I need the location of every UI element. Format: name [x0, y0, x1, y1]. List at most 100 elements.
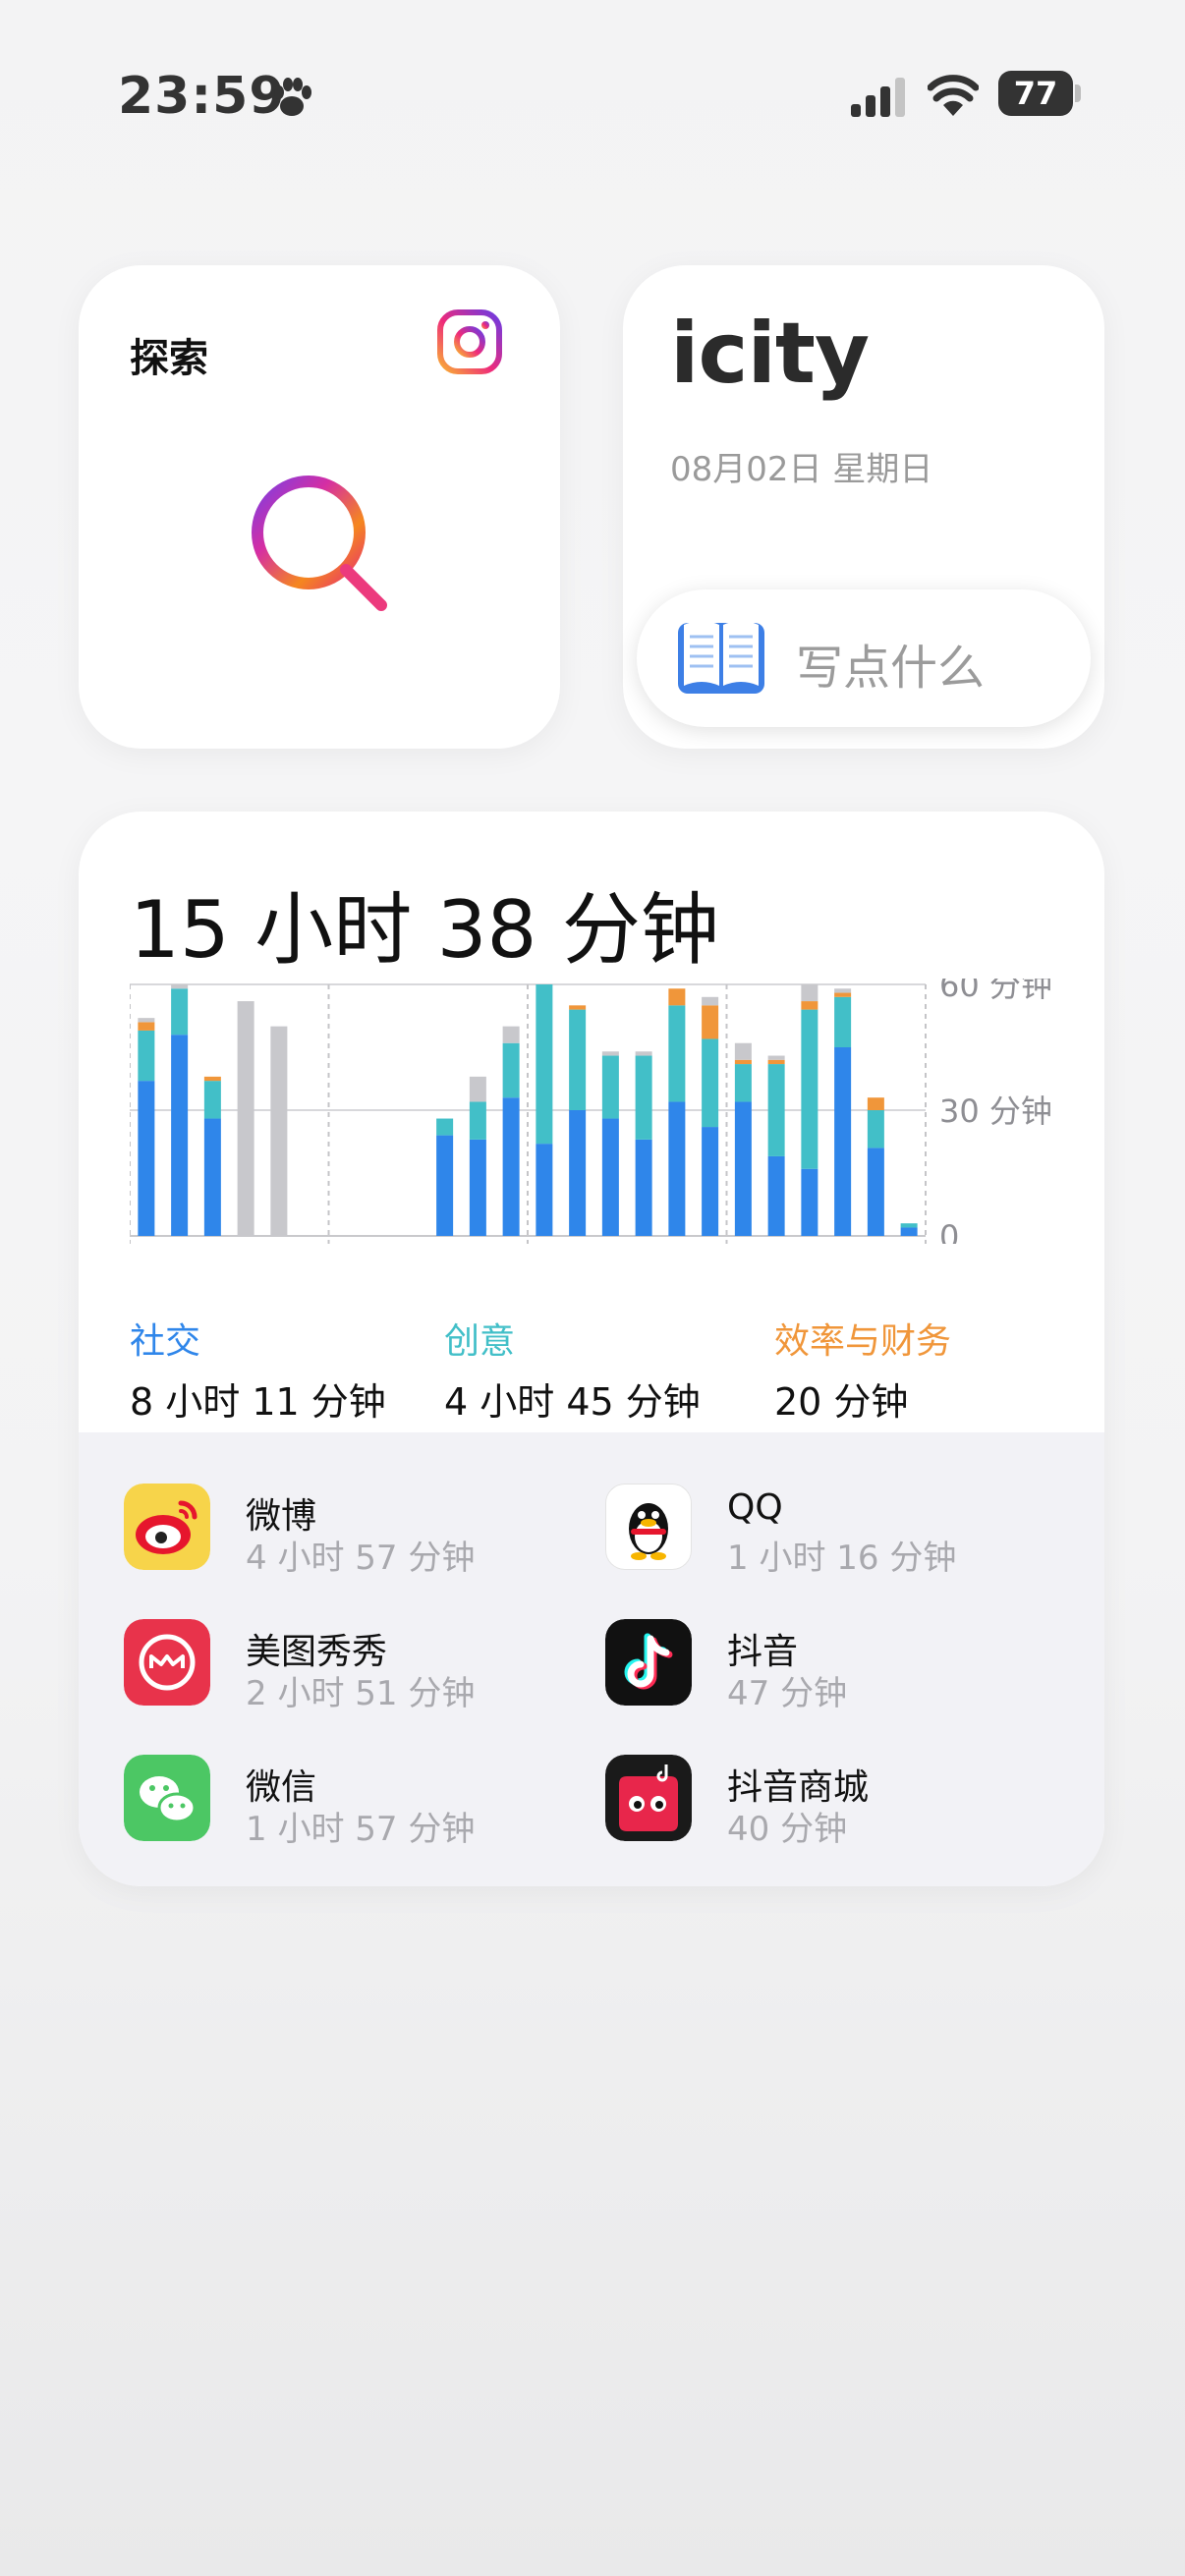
- bar-segment: [702, 996, 719, 1006]
- app-time: 1 小时 16 分钟: [727, 1539, 957, 1578]
- meitu-icon: [124, 1619, 210, 1706]
- bar-segment: [469, 1076, 486, 1102]
- bar-segment: [469, 1139, 486, 1236]
- bar-segment: [767, 1059, 785, 1065]
- bar-segment: [734, 1101, 752, 1236]
- bar-segment: [734, 1064, 752, 1102]
- bar-segment: [702, 1127, 719, 1236]
- bar-segment: [270, 1026, 288, 1236]
- wechat-icon: [124, 1755, 210, 1841]
- category-value: 20 分钟: [774, 1380, 909, 1424]
- app-item-wechat[interactable]: 微信 1 小时 57 分钟: [124, 1743, 595, 1851]
- bar-segment: [237, 1001, 254, 1236]
- bar-segment: [635, 1055, 652, 1140]
- bar-segment: [635, 1051, 652, 1056]
- bar-segment: [171, 984, 189, 989]
- bar-segment: [801, 984, 818, 1002]
- bar-segment: [601, 1118, 619, 1236]
- bar-segment: [801, 1001, 818, 1010]
- bar-segment: [138, 1022, 155, 1031]
- bar-segment: [171, 988, 189, 1036]
- wifi-icon: [928, 75, 979, 116]
- bar-segment: [436, 1135, 454, 1236]
- app-item-weibo[interactable]: 微博 4 小时 57 分钟: [124, 1472, 595, 1580]
- bar-segment: [569, 1005, 587, 1010]
- bar-segment: [867, 1110, 884, 1148]
- douyin-mall-icon: [605, 1755, 692, 1841]
- status-bar: 23:59 77: [0, 59, 1185, 138]
- icity-widget[interactable]: icity 08月02日 星期日 写点什么: [623, 265, 1104, 749]
- bar-segment: [569, 1110, 587, 1236]
- instagram-explore-widget[interactable]: 探索: [79, 265, 560, 749]
- bar-segment: [536, 984, 553, 1145]
- screen-time-widget[interactable]: 15 小时 38 分钟 60 分钟30 分钟00 时6 时12 时18 时 社交…: [79, 812, 1104, 1886]
- bar-segment: [900, 1227, 918, 1236]
- bar-segment: [767, 1155, 785, 1236]
- widget-title: 探索: [130, 336, 208, 381]
- bar-segment: [635, 1139, 652, 1236]
- category-value: 8 小时 11 分钟: [130, 1380, 386, 1424]
- icity-brand: icity: [670, 305, 870, 403]
- write-label: 写点什么: [796, 641, 986, 696]
- app-item-meitu[interactable]: 美图秀秀 2 小时 51 分钟: [124, 1607, 595, 1715]
- y-tick-label: 60 分钟: [939, 979, 1052, 1004]
- bar-segment: [203, 1118, 221, 1236]
- battery-icon: 77: [998, 71, 1081, 116]
- bar-segment: [668, 1101, 686, 1236]
- open-book-icon: [678, 621, 764, 694]
- bar-segment: [601, 1051, 619, 1056]
- app-item-douyin[interactable]: 抖音 47 分钟: [605, 1607, 1077, 1715]
- bar-segment: [834, 988, 852, 993]
- bar-segment: [801, 1009, 818, 1169]
- bar-segment: [469, 1101, 486, 1140]
- bar-segment: [502, 1097, 520, 1236]
- bar-segment: [834, 996, 852, 1047]
- status-time: 23:59: [118, 67, 286, 126]
- app-item-qq[interactable]: QQ 1 小时 16 分钟: [605, 1472, 1077, 1580]
- category-productivity: 效率与财务 20 分钟: [774, 1313, 1099, 1426]
- bar-segment: [569, 1009, 587, 1110]
- weibo-icon: [124, 1484, 210, 1570]
- category-summary: 社交 8 小时 11 分钟 创意 4 小时 45 分钟 效率与财务 20 分钟: [130, 1313, 1073, 1424]
- bar-segment: [834, 1047, 852, 1236]
- bar-segment: [436, 1118, 454, 1136]
- bar-segment: [734, 1042, 752, 1060]
- qq-penguin-icon: [605, 1484, 692, 1570]
- bar-segment: [502, 1026, 520, 1043]
- instagram-logo-icon: [437, 309, 502, 374]
- bar-segment: [702, 1005, 719, 1039]
- bar-segment: [138, 1081, 155, 1236]
- app-name: QQ: [727, 1487, 783, 1528]
- paw-icon: [274, 78, 311, 116]
- icity-date: 08月02日 星期日: [670, 450, 933, 489]
- bar-segment: [801, 1168, 818, 1236]
- bar-segment: [702, 1038, 719, 1128]
- bar-segment: [171, 1035, 189, 1236]
- app-time: 47 分钟: [727, 1674, 848, 1713]
- bar-segment: [203, 1076, 221, 1082]
- total-screen-time: 15 小时 38 分钟: [130, 884, 719, 976]
- battery-level: 77: [998, 71, 1073, 116]
- douyin-icon: [605, 1619, 692, 1706]
- category-creativity: 创意 4 小时 45 分钟: [444, 1313, 768, 1426]
- bar-segment: [668, 1005, 686, 1102]
- bar-segment: [900, 1223, 918, 1228]
- category-name: 效率与财务: [774, 1321, 952, 1362]
- y-tick-label: 30 分钟: [939, 1092, 1052, 1130]
- cellular-signal-icon: [851, 78, 905, 117]
- bar-segment: [138, 1030, 155, 1082]
- bar-segment: [767, 1064, 785, 1156]
- y-tick-label: 0: [939, 1218, 959, 1244]
- usage-bar-chart: 60 分钟30 分钟00 时6 时12 时18 时: [130, 979, 1052, 1244]
- app-time: 40 分钟: [727, 1810, 848, 1849]
- bar-segment: [734, 1059, 752, 1065]
- app-item-douyin-mall[interactable]: 抖音商城 40 分钟: [605, 1743, 1077, 1851]
- category-name: 创意: [444, 1321, 516, 1362]
- bar-segment: [668, 988, 686, 1006]
- bar-segment: [203, 1081, 221, 1119]
- search-icon: [252, 476, 387, 611]
- app-usage-list: 微博 4 小时 57 分钟 QQ 1 小时 16 分钟 美图秀秀 2 小时 51…: [79, 1432, 1104, 1886]
- bar-segment: [767, 1055, 785, 1060]
- bar-segment: [536, 1144, 553, 1236]
- write-something-button[interactable]: 写点什么: [637, 589, 1091, 727]
